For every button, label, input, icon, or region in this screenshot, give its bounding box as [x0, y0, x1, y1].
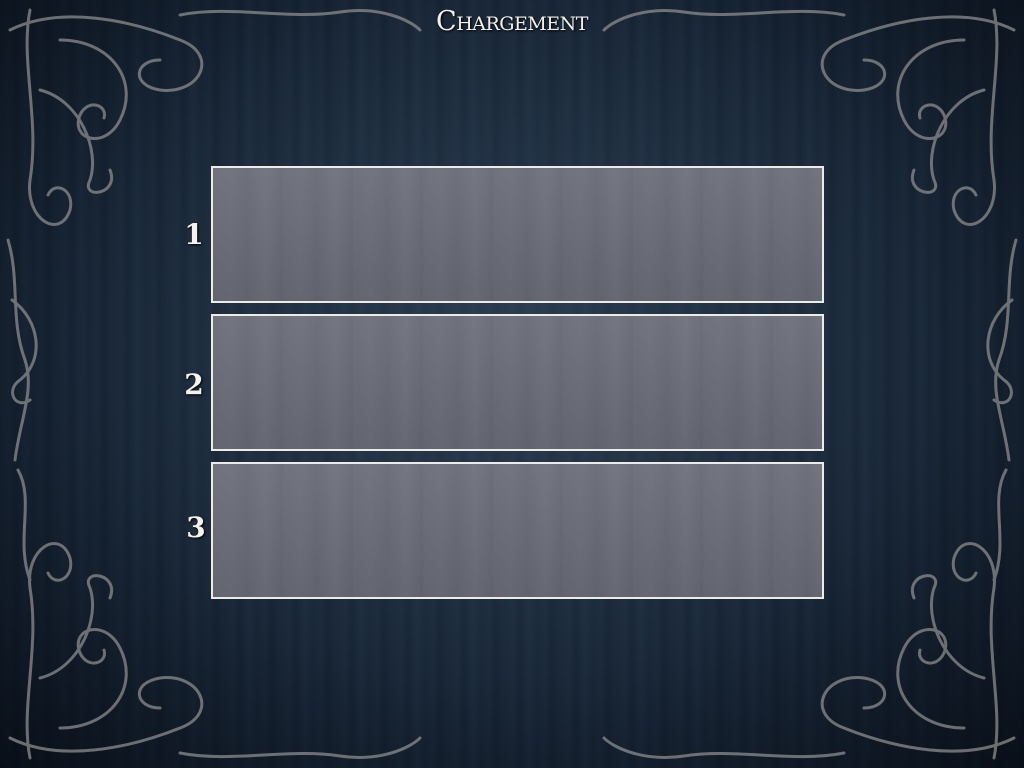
slot-number-2: 2 — [184, 368, 204, 401]
save-slot-2[interactable] — [211, 314, 824, 451]
load-game-screen: Chargement 1 2 3 — [0, 0, 1024, 768]
slot-number-3: 3 — [186, 511, 206, 544]
screen-title: Chargement — [436, 6, 588, 37]
side-scroll-left — [10, 298, 38, 582]
save-slot-3[interactable] — [211, 462, 824, 599]
side-scroll-right — [986, 298, 1014, 582]
save-slot-1[interactable] — [211, 166, 824, 303]
slot-number-1: 1 — [184, 218, 204, 251]
